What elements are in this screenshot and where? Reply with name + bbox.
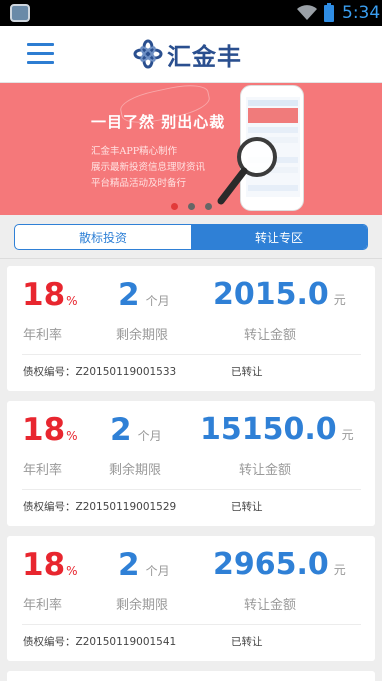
app-header: 汇金丰 (0, 26, 382, 83)
term-label: 剩余期限 (116, 328, 169, 343)
term-label: 剩余期限 (109, 463, 162, 478)
transfer-item-card[interactable] (7, 671, 375, 681)
segment-tabs: 散标投资 转让专区 (14, 224, 368, 250)
rate-label: 年利率 (23, 328, 63, 343)
status-bar: 5:34 (0, 0, 382, 26)
menu-icon-line (27, 61, 54, 64)
percent-unit: % (66, 429, 78, 443)
tab-transfer-zone[interactable]: 转让专区 (191, 225, 367, 249)
amount-value: 2015.0 元 (213, 277, 346, 312)
amount-label: 转让金额 (239, 463, 292, 478)
transfer-status: 已转让 (231, 636, 263, 648)
term-unit: 个月 (145, 294, 170, 308)
card-divider (22, 489, 361, 490)
banner-slogan: 一目了然 别出心裁 (91, 113, 226, 131)
pager-dot[interactable] (187, 203, 195, 210)
divider (0, 258, 382, 259)
bond-number: 债权编号：Z20150119001529 (23, 501, 177, 513)
term-value: 2 个月 (110, 412, 162, 448)
banner-desc-line: 展示最新投资信息理财资讯 (91, 162, 206, 173)
transfer-item-card[interactable]: 18% 2 个月 2965.0 元 年利率 剩余期限 转让金额 债权编号：Z2015… (7, 536, 375, 661)
wifi-icon (297, 5, 317, 20)
term-value: 2 个月 (118, 547, 170, 583)
rate-value: 18% (22, 277, 78, 313)
app-notification-icon (10, 4, 30, 22)
rate-value: 18% (22, 547, 78, 583)
amount-label: 转让金额 (244, 328, 297, 343)
battery-icon (324, 3, 334, 22)
tab-scatter-investment[interactable]: 散标投资 (15, 225, 191, 249)
magnifier-icon (217, 137, 277, 205)
logo-flower-icon (133, 39, 163, 69)
pager-dot[interactable] (170, 203, 178, 210)
transfer-item-card[interactable]: 18% 2 个月 15150.0 元 年利率 剩余期限 转让金额 债权编号：Z201… (7, 401, 375, 526)
percent-unit: % (66, 564, 78, 578)
banner-pager (0, 203, 382, 210)
card-divider (22, 624, 361, 625)
term-unit: 个月 (145, 564, 170, 578)
bond-number: 债权编号：Z20150119001541 (23, 636, 177, 648)
amount-unit: 元 (333, 293, 346, 307)
brand-name: 汇金丰 (167, 42, 242, 71)
menu-icon-line (27, 52, 54, 55)
term-value: 2 个月 (118, 277, 170, 313)
amount-unit: 元 (341, 428, 354, 442)
bond-number: 债权编号：Z20150119001533 (23, 366, 177, 378)
amount-value: 15150.0 元 (200, 412, 354, 447)
banner-desc-line: 汇金丰APP精心制作 (91, 146, 178, 157)
transfer-status: 已转让 (231, 501, 263, 513)
term-label: 剩余期限 (116, 598, 169, 613)
rate-label: 年利率 (23, 463, 63, 478)
transfer-status: 已转让 (231, 366, 263, 378)
transfer-item-card[interactable]: 18% 2 个月 2015.0 元 年利率 剩余期限 转让金额 债权编号：Z2015… (7, 266, 375, 391)
banner-desc-line: 平台精品活动及时备行 (91, 178, 187, 189)
percent-unit: % (66, 294, 78, 308)
card-divider (22, 354, 361, 355)
brand-logo: 汇金丰 (133, 38, 242, 71)
amount-value: 2965.0 元 (213, 547, 346, 582)
pager-dot[interactable] (204, 203, 212, 210)
promo-banner[interactable]: 一目了然 别出心裁 汇金丰APP精心制作 展示最新投资信息理财资讯 平台精品活动… (0, 83, 382, 215)
amount-unit: 元 (333, 563, 346, 577)
amount-label: 转让金额 (244, 598, 297, 613)
rate-value: 18% (22, 412, 78, 448)
menu-icon-line (27, 43, 54, 46)
rate-label: 年利率 (23, 598, 63, 613)
term-unit: 个月 (137, 429, 162, 443)
menu-button[interactable] (27, 41, 54, 65)
status-time: 5:34 (342, 3, 381, 23)
